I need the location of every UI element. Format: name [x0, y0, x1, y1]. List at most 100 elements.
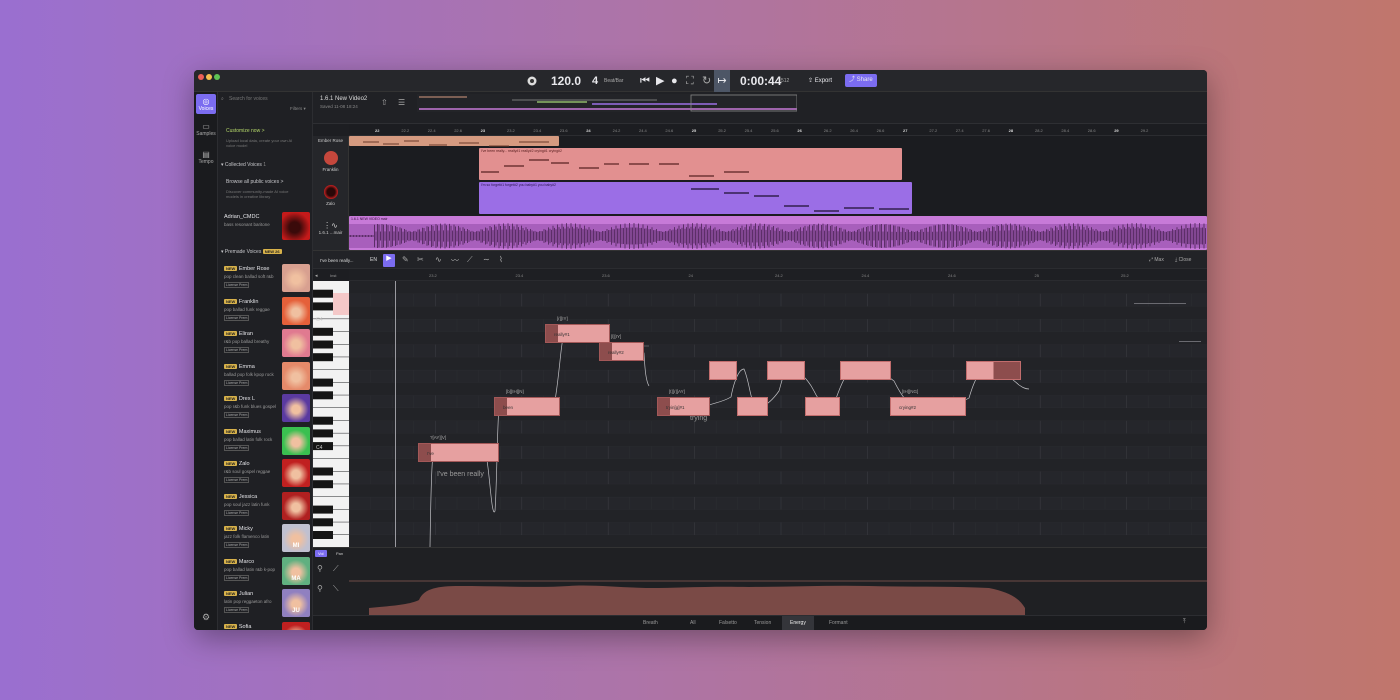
pan-tab[interactable]: Pan — [333, 550, 346, 557]
beats-value[interactable]: 4 — [592, 70, 598, 92]
reset-param-icon[interactable]: ⚲ — [317, 584, 323, 593]
voice-item[interactable]: NEW Maximus pop ballad latin folk rock L… — [224, 426, 312, 457]
note-block[interactable]: crying#2 — [890, 397, 966, 416]
tab-energy[interactable]: Energy — [782, 616, 814, 630]
tab-falsetto[interactable]: Falsetto — [711, 616, 745, 630]
record-icon[interactable]: ● — [671, 70, 678, 92]
export-project-icon[interactable]: ⇧ — [381, 98, 388, 107]
scissors-tool-icon[interactable]: ✂ — [417, 255, 424, 264]
voice-item[interactable]: NEW Eliran r&b pop ballad breathy Licens… — [224, 329, 312, 359]
voice-item[interactable]: NEW Drex L pop r&b funk blues gospel Lic… — [224, 394, 312, 424]
transition-tool-icon[interactable]: ⟋ — [467, 255, 473, 265]
snap-icon[interactable]: ⛶ — [686, 70, 694, 92]
track-header-ember[interactable]: Ember Rose — [313, 136, 349, 146]
voice-item[interactable]: NEW Emma ballad pop folk kpop rock Licen… — [224, 361, 312, 392]
nav-samples[interactable]: ▭ Samples — [196, 122, 216, 137]
play-icon[interactable]: ▶ — [656, 70, 664, 92]
collapse-icon[interactable]: ◂ — [315, 273, 318, 279]
editor-ruler-tick: 24 — [688, 273, 693, 278]
note-block[interactable] — [737, 397, 768, 416]
note-block[interactable]: tryin[g]#1 — [657, 397, 710, 416]
line-param-icon[interactable]: ⟋ — [333, 564, 339, 574]
tab-all[interactable]: All — [682, 616, 704, 630]
nav-tempo[interactable]: ▤ Tempo — [196, 150, 216, 165]
timeline-ruler[interactable]: 22 22.2 22.4 22.6 23 23.2 23.4 23.6 24 24.2 24.4 24… — [349, 124, 1207, 136]
draw-param-icon[interactable]: ⚲ — [317, 564, 323, 573]
voice-item[interactable]: NEW Jessica pop soul jazz latin funk Lic… — [224, 491, 312, 522]
editor-toolbar: I've been really... EN ▶ ✎ ✂ ∿ 〰 ⟋ ∼ ⌇ ⤢… — [313, 250, 1207, 269]
tab-formant[interactable]: Formant — [821, 616, 856, 630]
ruler-tick: 22 — [375, 128, 380, 133]
playhead[interactable] — [395, 281, 396, 547]
select-tool-icon[interactable]: ▶ — [383, 254, 395, 267]
collected-voice-item[interactable]: Adrian_CMDC bass resonant baritone — [224, 212, 312, 242]
collapse-panel-icon[interactable]: ⤒ — [1183, 619, 1186, 626]
voice-item[interactable]: NEW Sofia License Prem — [224, 621, 312, 630]
clip-ember[interactable] — [349, 136, 559, 147]
settings-icon[interactable]: ⚙ — [196, 612, 216, 623]
tab-tension[interactable]: Tension — [746, 616, 779, 630]
curve-param-icon[interactable]: ⟍ — [333, 584, 339, 594]
tab-breath[interactable]: Breath — [635, 616, 666, 630]
skip-back-icon[interactable]: ⏮ — [640, 70, 650, 92]
note-block[interactable] — [709, 361, 737, 380]
editor-clip-name[interactable]: I've been really... — [320, 258, 354, 263]
loop-icon[interactable]: ↻ — [702, 70, 711, 92]
clip-zalo[interactable]: I'm so forget#1 forget#2 you baby#1 you … — [479, 182, 912, 214]
voice-item[interactable]: NEW Micky jazz folk flamenco latin Licen… — [224, 524, 312, 554]
close-editor-button[interactable]: ⤓ Close — [1175, 257, 1191, 263]
note-block[interactable] — [767, 361, 805, 380]
instrument-toggle[interactable]: Inst — [330, 273, 336, 278]
share-button[interactable]: ⤴ Share — [845, 74, 877, 87]
metronome-icon[interactable] — [527, 70, 539, 92]
voice-item[interactable]: NEW Julian latin pop reggaeton afro Lice… — [224, 589, 312, 619]
vibrato-tool-icon[interactable]: 〰 — [451, 255, 459, 266]
note-block[interactable]: really#1 — [545, 324, 610, 343]
overview-minimap[interactable] — [417, 94, 797, 112]
voice-item[interactable]: NEW Franklin pop ballad funk reggae Lice… — [224, 296, 312, 327]
collected-voices-header[interactable]: ▾ Collected Voices 1 — [221, 162, 266, 168]
track-header-franklin[interactable]: Franklin — [313, 146, 349, 180]
wave-tool-icon[interactable]: ∼ — [483, 255, 490, 264]
follow-icon[interactable]: ↦ — [714, 70, 730, 92]
ruler-tick: 24.6 — [665, 128, 674, 133]
maximize-editor-button[interactable]: ⤢ Max — [1149, 257, 1164, 263]
close-window-button[interactable] — [198, 74, 204, 80]
note-grid[interactable]: I've been really trying ?[AY][V] I've [b][… — [349, 281, 1207, 547]
voice-item[interactable]: NEW Ember Rose pop clean ballad soft r&b… — [224, 264, 312, 294]
pitch-curve-tool-icon[interactable]: ∿ — [435, 255, 442, 264]
smooth-tool-icon[interactable]: ⌇ — [499, 255, 503, 264]
parameter-lane: Vol Pan ⚲ ⟋ ⚲ ⟍ — [313, 547, 1207, 616]
note-block[interactable]: been — [494, 397, 560, 416]
export-button[interactable]: ⇪ Export — [808, 70, 832, 92]
premade-voices-header[interactable]: ▾ Premade Voices NEW 26 — [221, 249, 282, 255]
voice-item[interactable]: NEW Marco pop ballad latin r&b k-pop Lic… — [224, 556, 312, 587]
pencil-tool-icon[interactable]: ✎ — [402, 255, 409, 264]
voice-item[interactable]: NEW Zalo r&b soul gospel reggae License … — [224, 459, 312, 489]
mixer-icon[interactable]: ☰ — [398, 98, 405, 107]
note-block[interactable] — [840, 361, 891, 380]
vol-tab[interactable]: Vol — [315, 550, 327, 557]
project-title[interactable]: 1.6.1 New Video2 — [320, 96, 367, 102]
clip-audio[interactable]: 1.6.1 NEW VIDEO mair — [348, 216, 1207, 250]
tempo-value[interactable]: 120.0 — [551, 70, 581, 92]
clip-franklin[interactable]: I've been really... really#1 really#2 cr… — [479, 148, 902, 180]
browse-voices-link[interactable]: Browse all public voices > — [226, 179, 283, 185]
note-block[interactable]: really#2 — [599, 342, 644, 361]
note-block[interactable] — [966, 361, 1021, 380]
track-header-zalo[interactable]: Zalo — [313, 180, 349, 214]
piano-roll-keys[interactable]: G4 C4 — [313, 281, 349, 548]
minimize-window-button[interactable] — [206, 74, 212, 80]
editor-ruler[interactable]: 23.2 23.4 23.6 24 24.2 24.4 24.6 25 25.2 — [349, 269, 1207, 281]
track-header-audio[interactable]: ⋮∿ 1.6.1 ...mair — [313, 214, 349, 250]
nav-voices[interactable]: ◎ Voices — [196, 94, 216, 114]
note-block[interactable]: I've — [418, 443, 499, 462]
customize-link[interactable]: Customize now > — [226, 128, 265, 134]
ruler-tick: 25.6 — [771, 128, 779, 133]
language-select[interactable]: EN — [370, 257, 377, 263]
project-header: 1.6.1 New Video2 Saved 11-08 18:24 ⇧ ☰ — [313, 92, 1207, 124]
note-block[interactable] — [805, 397, 840, 416]
filters-button[interactable]: Filters ▾ — [290, 106, 306, 112]
maximize-window-button[interactable] — [214, 74, 220, 80]
voice-search-input[interactable]: Search for voices — [229, 96, 268, 102]
